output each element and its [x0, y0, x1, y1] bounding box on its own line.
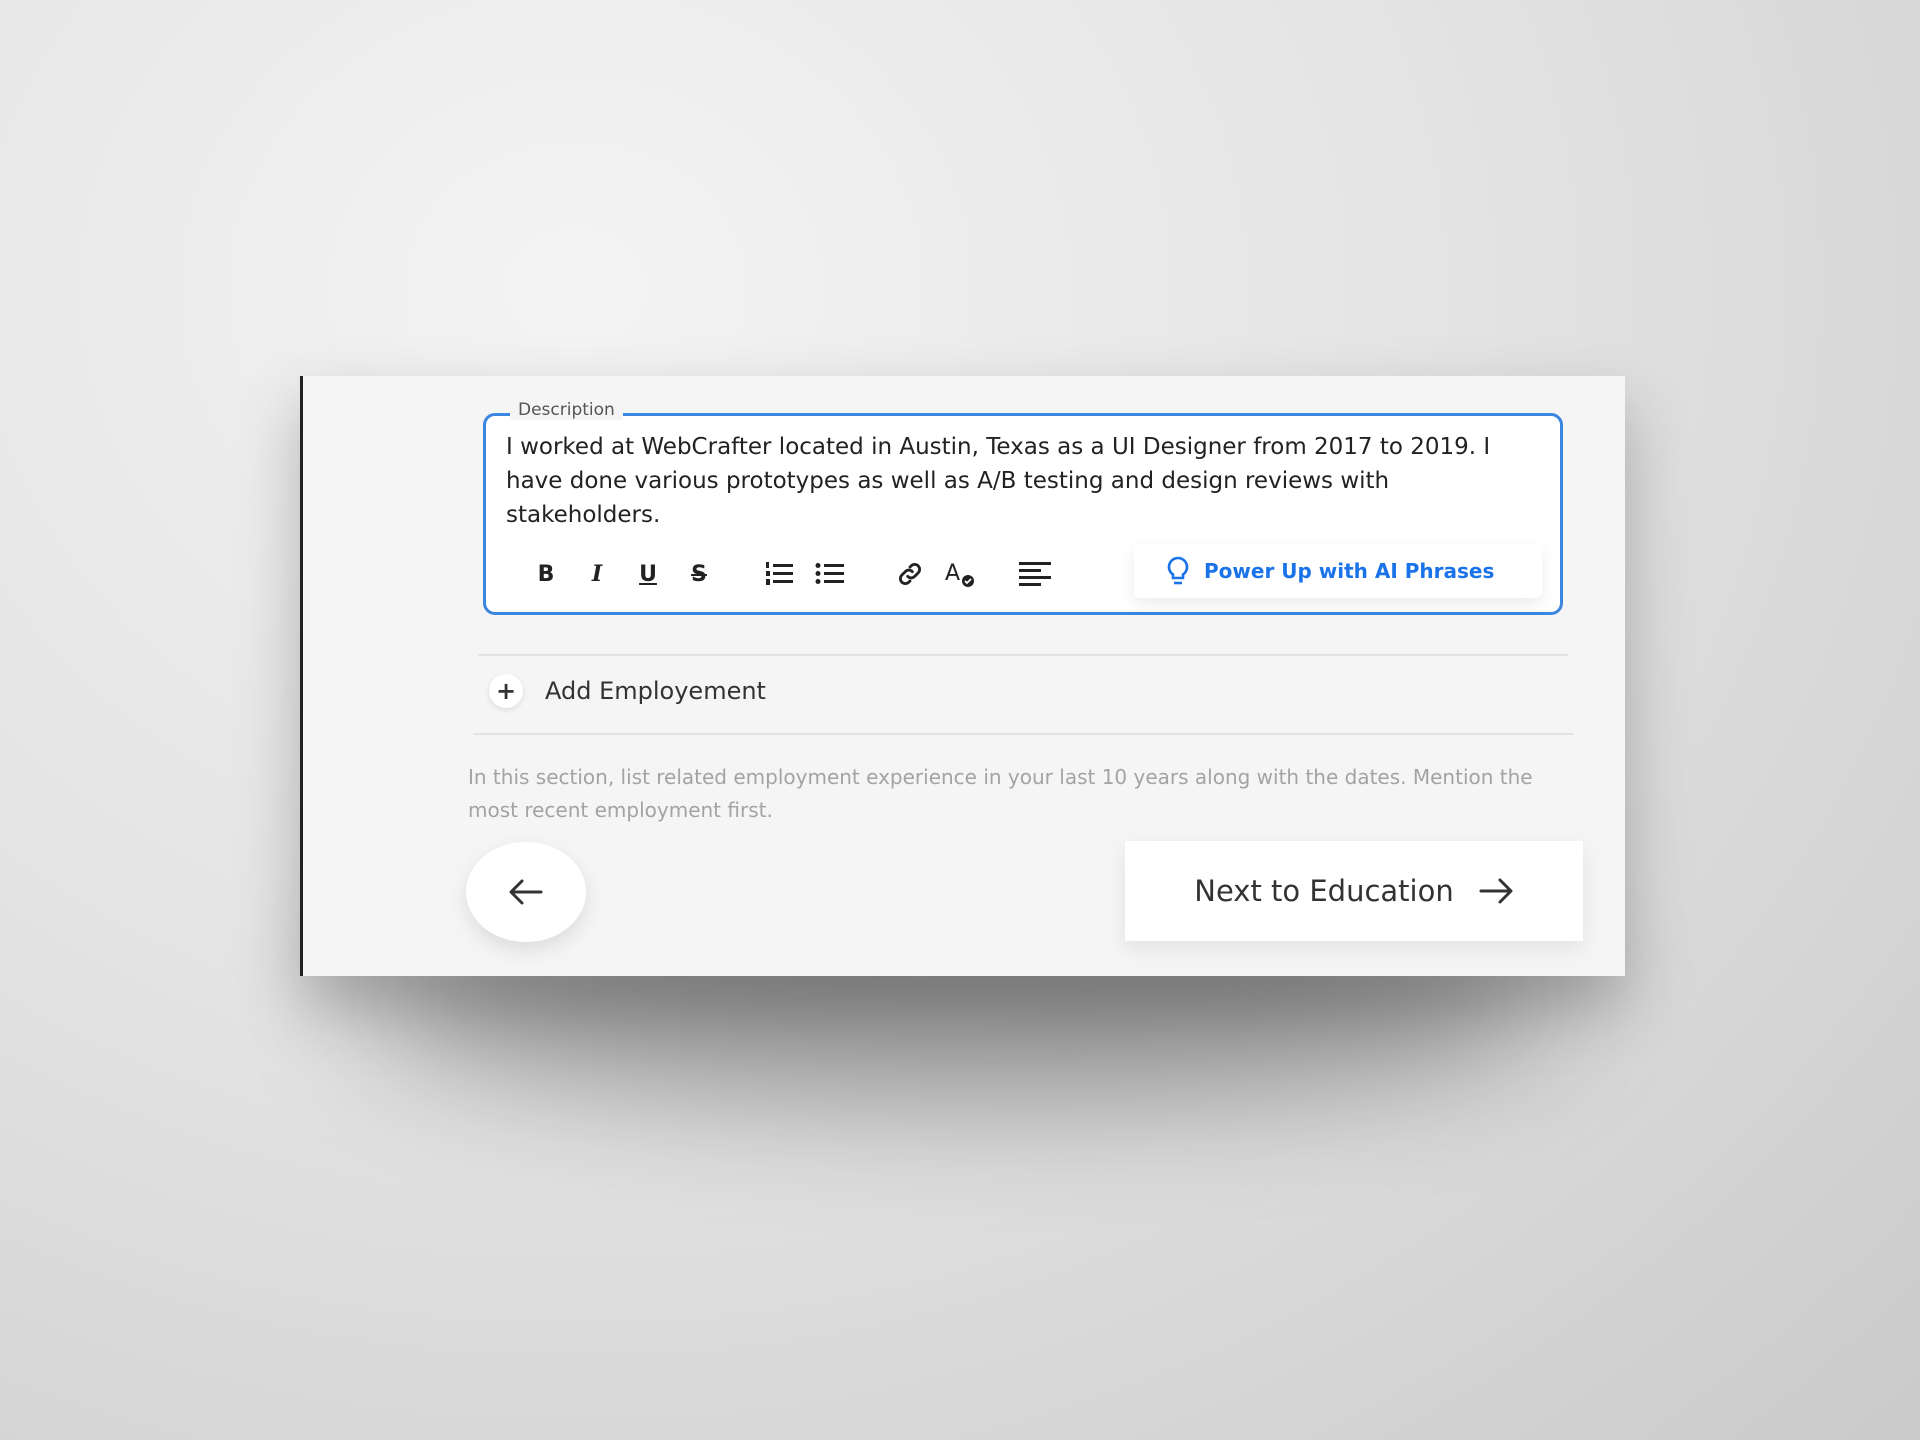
- ai-phrases-label: Power Up with AI Phrases: [1204, 559, 1495, 583]
- spellcheck-button[interactable]: A: [941, 554, 981, 594]
- italic-button[interactable]: I: [577, 554, 617, 594]
- spellcheck-icon: A: [945, 561, 974, 587]
- ai-phrases-button[interactable]: Power Up with AI Phrases: [1134, 544, 1542, 598]
- underline-icon: U: [639, 561, 657, 587]
- ordered-list-icon: [766, 562, 793, 585]
- bullet-list-button[interactable]: [810, 554, 850, 594]
- back-button[interactable]: [466, 842, 586, 942]
- description-text[interactable]: I worked at WebCrafter located in Austin…: [506, 430, 1536, 532]
- divider: [478, 654, 1568, 656]
- plus-icon: +: [489, 674, 523, 708]
- bold-button[interactable]: B: [526, 554, 566, 594]
- svg-text:A: A: [945, 561, 960, 586]
- lightbulb-icon: [1167, 556, 1189, 585]
- next-to-education-button[interactable]: Next to Education: [1125, 841, 1583, 941]
- ordered-list-button[interactable]: [759, 554, 799, 594]
- align-left-button[interactable]: [1015, 554, 1055, 594]
- help-text: In this section, list related employment…: [468, 765, 1533, 822]
- strikethrough-icon: S: [691, 561, 707, 587]
- divider: [473, 733, 1573, 735]
- arrow-left-icon: [509, 879, 543, 905]
- description-label: Description: [510, 400, 623, 420]
- italic-icon: I: [591, 561, 603, 587]
- add-employment-button[interactable]: + Add Employement: [489, 674, 766, 708]
- employment-card: Description I worked at WebCrafter locat…: [300, 376, 1625, 976]
- align-left-icon: [1019, 562, 1051, 586]
- underline-button[interactable]: U: [628, 554, 668, 594]
- bullet-list-icon: [815, 563, 844, 584]
- arrow-right-icon: [1479, 878, 1513, 904]
- next-label: Next to Education: [1194, 874, 1454, 908]
- add-employment-label: Add Employement: [545, 677, 766, 705]
- link-button[interactable]: [890, 554, 930, 594]
- link-icon: [899, 563, 921, 585]
- description-editor[interactable]: Description I worked at WebCrafter locat…: [483, 400, 1563, 615]
- bold-icon: B: [537, 561, 555, 587]
- strikethrough-button[interactable]: S: [679, 554, 719, 594]
